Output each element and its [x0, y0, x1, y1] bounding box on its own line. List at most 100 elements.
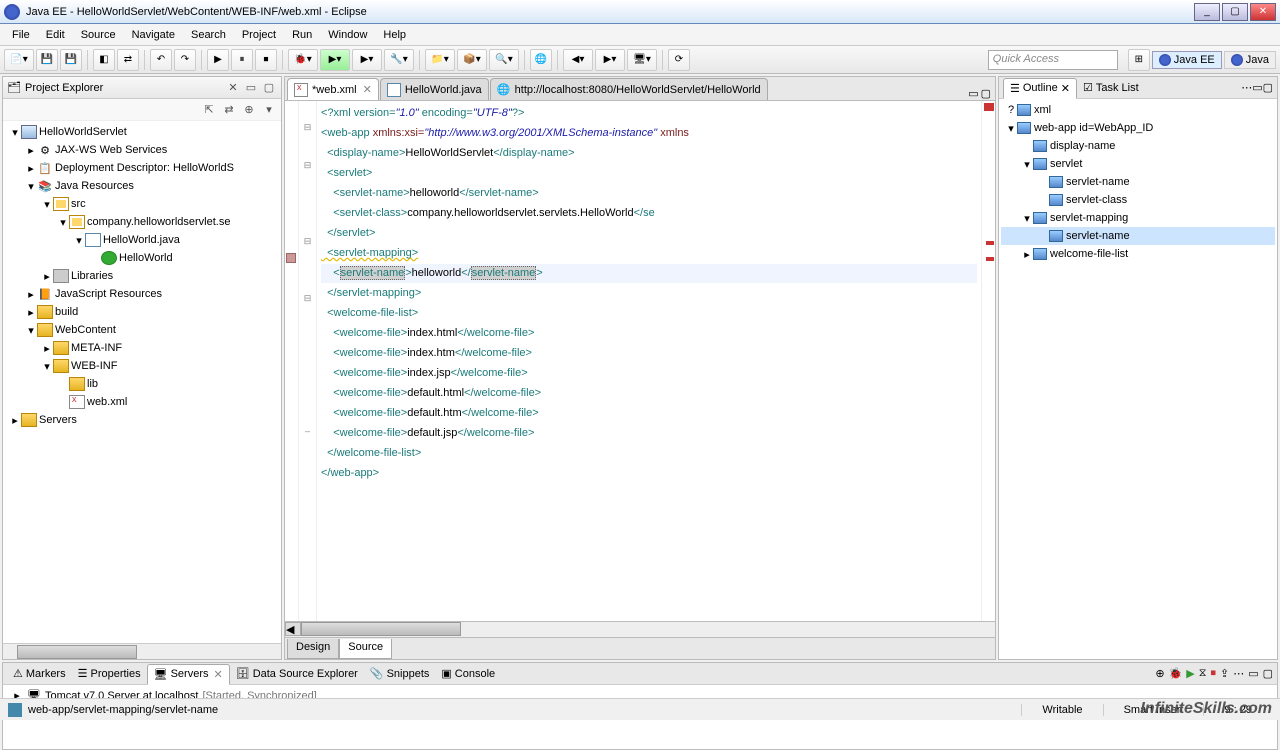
outline-menu-icon[interactable]: ⋯: [1241, 82, 1252, 94]
outline-sname2[interactable]: servlet-name: [1066, 230, 1130, 242]
bottom-tab-snippets[interactable]: 📎Snippets: [364, 664, 436, 683]
refresh-button[interactable]: ⟳: [668, 49, 690, 71]
outline-tree[interactable]: ?xml ▾web-app id=WebApp_ID display-name …: [999, 99, 1277, 659]
fold-icon[interactable]: ⊟: [299, 236, 316, 255]
servers-close-icon[interactable]: ✕: [214, 668, 223, 681]
outline-smap[interactable]: servlet-mapping: [1050, 212, 1128, 224]
error-marker-icon[interactable]: [986, 257, 994, 261]
menu-search[interactable]: Search: [183, 26, 234, 44]
tree-src[interactable]: src: [71, 198, 86, 210]
menu-help[interactable]: Help: [375, 26, 414, 44]
editor-minimize-icon[interactable]: ▭: [968, 87, 978, 100]
web-browser-button[interactable]: 🌐: [530, 49, 552, 71]
view-close-icon[interactable]: ✕: [225, 80, 241, 96]
outline-xml[interactable]: xml: [1034, 104, 1051, 116]
tab-close-icon[interactable]: ✕: [363, 83, 372, 96]
suspend-button[interactable]: ⏸: [231, 49, 253, 71]
menu-file[interactable]: File: [4, 26, 38, 44]
run-last-button[interactable]: ▶▾: [352, 49, 382, 71]
bottom-menu-icon[interactable]: ⋯: [1233, 667, 1244, 680]
link-button[interactable]: ⇄: [117, 49, 139, 71]
view-menu-button[interactable]: ▾: [261, 102, 277, 118]
ext-tools-button[interactable]: 🔧▾: [384, 49, 414, 71]
menu-source[interactable]: Source: [73, 26, 124, 44]
redo-button[interactable]: ↷: [174, 49, 196, 71]
tree-servers[interactable]: Servers: [39, 414, 77, 426]
nav-fwd-button[interactable]: ▶▾: [595, 49, 625, 71]
tree-libs[interactable]: Libraries: [71, 270, 113, 282]
server-publish-icon[interactable]: ⇪: [1220, 667, 1229, 680]
bottom-tab-servers[interactable]: 🖥Servers✕: [147, 664, 230, 685]
bottom-tab-properties[interactable]: ☰Properties: [72, 664, 147, 683]
link-editor-button[interactable]: ⇄: [221, 102, 237, 118]
outline-max-icon[interactable]: ▢: [1263, 82, 1273, 94]
editor-maximize-icon[interactable]: ▢: [981, 87, 991, 100]
menu-edit[interactable]: Edit: [38, 26, 73, 44]
perspective-java[interactable]: Java: [1224, 51, 1276, 69]
close-button[interactable]: ✕: [1250, 3, 1276, 21]
view-minimize-icon[interactable]: ▭: [243, 80, 259, 96]
sub-tab-design[interactable]: Design: [287, 639, 339, 659]
bottom-tab-dse[interactable]: 🗄Data Source Explorer: [230, 664, 364, 683]
open-perspective-button[interactable]: ⊞: [1128, 49, 1150, 71]
fold-icon[interactable]: ⊟: [299, 293, 316, 312]
warning-marker-icon[interactable]: [286, 253, 296, 263]
editor-tab-webxml[interactable]: *web.xml✕: [287, 78, 379, 100]
editor-body[interactable]: ⊟ ⊟ ⊟ ⊟ – <?xml version="1.0" encoding="…: [284, 100, 996, 622]
error-marker-icon[interactable]: [986, 241, 994, 245]
tree-jsres[interactable]: JavaScript Resources: [55, 288, 162, 300]
undo-button[interactable]: ↶: [150, 49, 172, 71]
tree-depdesc[interactable]: Deployment Descriptor: HelloWorldS: [55, 162, 234, 174]
open-type-button[interactable]: 🔍▾: [489, 49, 519, 71]
error-indicator-icon[interactable]: [984, 103, 994, 111]
tasklist-tab[interactable]: ☑Task List: [1077, 78, 1145, 97]
save-all-button[interactable]: 💾: [60, 49, 82, 71]
collapse-all-button[interactable]: ⇱: [201, 102, 217, 118]
servers-button[interactable]: 🖥▾: [627, 49, 657, 71]
tree-metainf[interactable]: META-INF: [71, 342, 122, 354]
server-profile-icon[interactable]: ⧖: [1199, 667, 1207, 680]
tree-webcontent[interactable]: WebContent: [55, 324, 116, 336]
server-stop-icon[interactable]: ⏹: [1210, 667, 1216, 680]
editor-tab-url[interactable]: 🌐http://localhost:8080/HelloWorldServlet…: [490, 78, 768, 100]
new-module-button[interactable]: 📦▾: [457, 49, 487, 71]
tree-javares[interactable]: Java Resources: [55, 180, 134, 192]
bottom-max-icon[interactable]: ▢: [1263, 667, 1273, 680]
outline-webapp[interactable]: web-app id=WebApp_ID: [1034, 122, 1153, 134]
focus-task-button[interactable]: ⊕: [241, 102, 257, 118]
run-button[interactable]: ▶▾: [320, 49, 350, 71]
editor-tab-hello[interactable]: HelloWorld.java: [380, 78, 489, 100]
menu-navigate[interactable]: Navigate: [124, 26, 183, 44]
outline-sname1[interactable]: servlet-name: [1066, 176, 1130, 188]
perspective-javaee[interactable]: Java EE: [1152, 51, 1222, 69]
outline-dname[interactable]: display-name: [1050, 140, 1115, 152]
outline-servlet[interactable]: servlet: [1050, 158, 1082, 170]
outline-close-icon[interactable]: ✕: [1061, 82, 1070, 95]
bottom-tab-console[interactable]: ▣Console: [435, 664, 501, 683]
tree-cls[interactable]: HelloWorld: [119, 252, 173, 264]
server-debug-icon[interactable]: 🐞: [1169, 667, 1183, 680]
tree-webxml[interactable]: web.xml: [87, 396, 127, 408]
overview-ruler[interactable]: [981, 101, 995, 621]
tree-lib[interactable]: lib: [87, 378, 98, 390]
fold-icon[interactable]: ⊟: [299, 160, 316, 179]
editor-hscroll[interactable]: ◀: [284, 622, 996, 638]
tree-pkg[interactable]: company.helloworldservlet.se: [87, 216, 230, 228]
view-maximize-icon[interactable]: ▢: [261, 80, 277, 96]
tree-build[interactable]: build: [55, 306, 78, 318]
new-server-button[interactable]: 📁▾: [425, 49, 455, 71]
tree-cls-java[interactable]: HelloWorld.java: [103, 234, 180, 246]
project-tree[interactable]: ▾HelloWorldServlet ▸⚙JAX-WS Web Services…: [3, 121, 281, 643]
server-start-icon[interactable]: ▶: [1186, 667, 1194, 680]
debug-button[interactable]: 🐞▾: [288, 49, 318, 71]
save-button[interactable]: 💾: [36, 49, 58, 71]
bottom-tab-markers[interactable]: ⚠Markers: [7, 664, 72, 683]
code-area[interactable]: <?xml version="1.0" encoding="UTF-8"?> <…: [317, 101, 981, 621]
tree-project[interactable]: HelloWorldServlet: [39, 126, 127, 138]
server-new-icon[interactable]: ⊕: [1155, 667, 1164, 680]
fold-icon[interactable]: ⊟: [299, 122, 316, 141]
tree-jaxws[interactable]: JAX-WS Web Services: [55, 144, 167, 156]
new-button[interactable]: 📄▾: [4, 49, 34, 71]
project-explorer-hscroll[interactable]: [3, 643, 281, 659]
resume-button[interactable]: ▶: [207, 49, 229, 71]
